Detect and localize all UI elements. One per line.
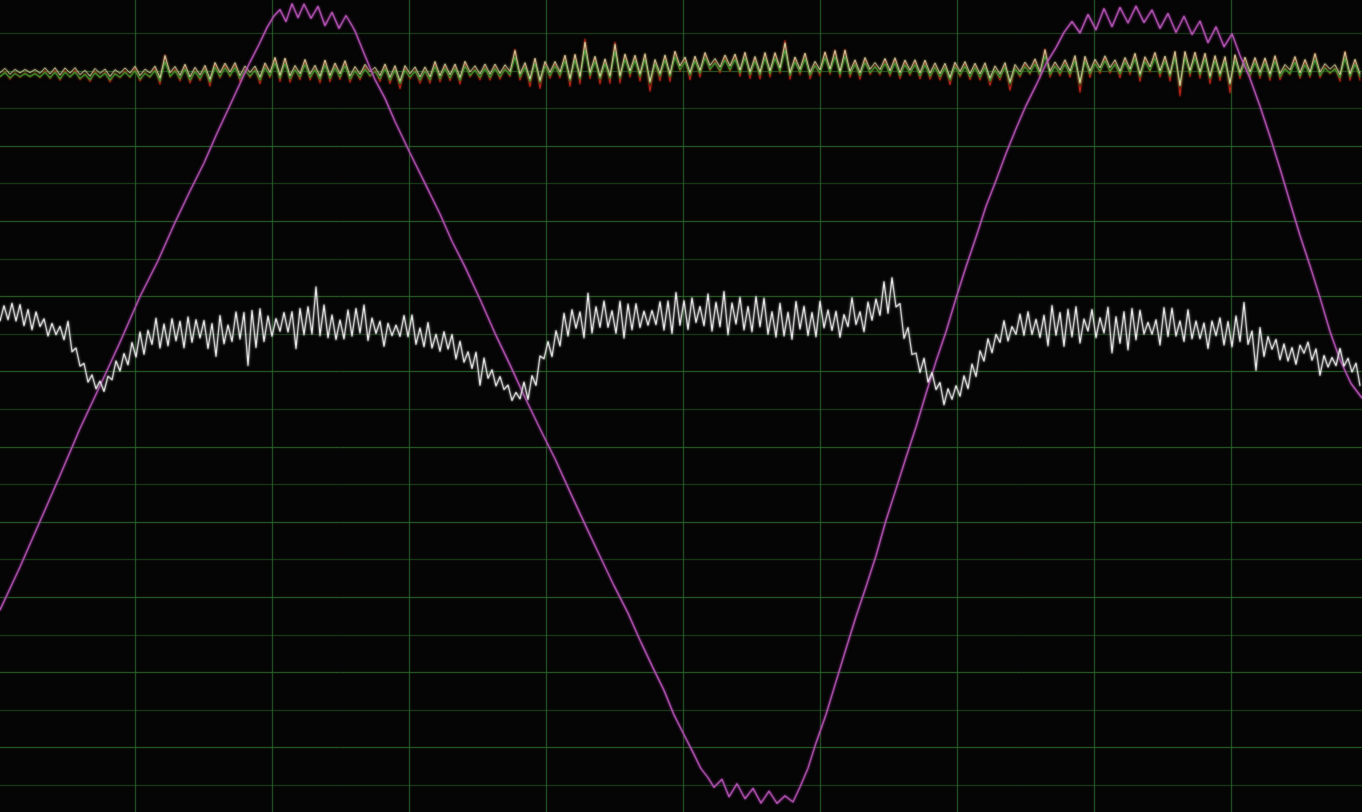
oscilloscope-screen bbox=[0, 0, 1362, 812]
waveform-canvas bbox=[0, 0, 1362, 812]
